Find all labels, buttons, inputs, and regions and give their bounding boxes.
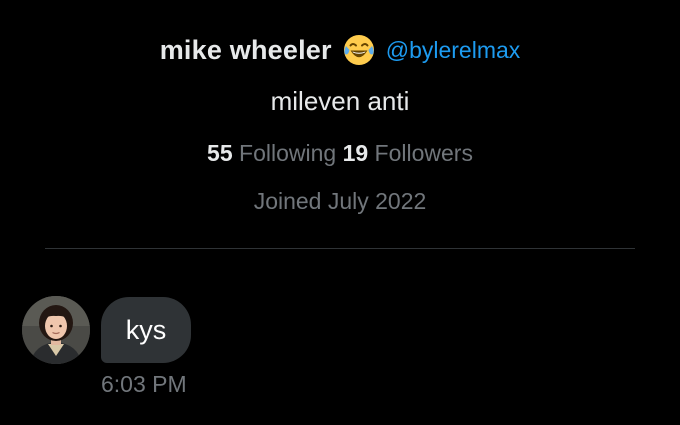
followers-link[interactable]: 19 Followers xyxy=(343,140,473,166)
followers-count: 19 xyxy=(342,140,369,166)
avatar[interactable] xyxy=(22,296,90,364)
user-handle[interactable]: @bylerelmax xyxy=(386,37,521,64)
face-with-tears-of-joy-icon xyxy=(342,33,376,67)
message-timestamp: 6:03 PM xyxy=(101,371,187,397)
following-count: 55 xyxy=(207,140,233,166)
display-name[interactable]: mike wheeler xyxy=(160,35,332,66)
joined-date: Joined July 2022 xyxy=(253,188,427,214)
following-link[interactable]: 55 Following xyxy=(207,140,336,166)
divider xyxy=(45,248,635,249)
profile-bio: mileven anti xyxy=(270,86,410,116)
name-row: mike wheeler @bylerelmax xyxy=(0,28,680,72)
following-label: Following xyxy=(239,140,337,166)
message-text: kys xyxy=(125,314,167,345)
message-bubble[interactable]: kys xyxy=(101,297,191,363)
followers-label: Followers xyxy=(374,140,473,166)
follow-stats: 55 Following 19 Followers xyxy=(0,140,680,167)
